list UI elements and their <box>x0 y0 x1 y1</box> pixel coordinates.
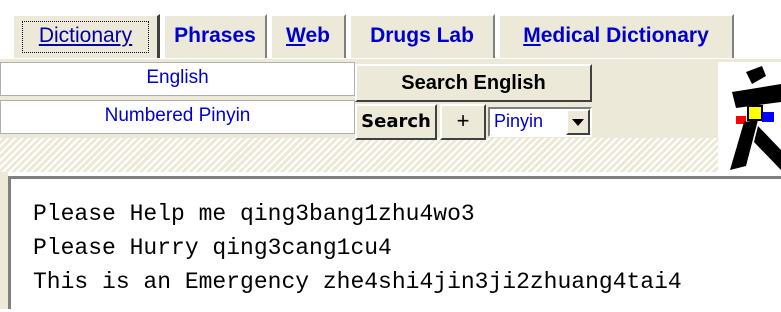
left-frame <box>0 172 8 309</box>
tab-label: Drugs Lab <box>370 24 474 47</box>
results-panel[interactable]: Please Help me qing3bang1zhu4wo3 Please … <box>8 176 781 309</box>
english-field-label: English <box>146 67 209 88</box>
tab-accelerator: W <box>286 24 306 47</box>
search-button[interactable]: Search <box>355 104 437 140</box>
result-line: This is an Emergency zhe4shi4jin3ji2zhua… <box>33 269 682 295</box>
numbered-pinyin-label: Numbered Pinyin <box>104 105 251 126</box>
mode-select-value: Pinyin <box>494 111 544 131</box>
result-line: Please Help me qing3bang1zhu4wo3 <box>33 201 475 227</box>
search-english-label: Search English <box>401 72 546 94</box>
chinese-character-logo <box>718 62 781 172</box>
english-field[interactable]: English <box>0 62 355 96</box>
tab-label-rest: edical Dictionary <box>540 24 709 47</box>
plus-button[interactable]: + <box>440 104 486 140</box>
mode-select[interactable]: Pinyin <box>488 107 592 137</box>
tab-phrases[interactable]: Phrases <box>163 14 267 58</box>
tab-bar: Dictionary Phrases Web Drugs Lab Medical… <box>0 0 781 62</box>
search-label: Search <box>361 111 431 132</box>
tab-drugs-lab[interactable]: Drugs Lab <box>349 14 495 58</box>
tab-label: Dictionary <box>38 24 133 47</box>
tab-web[interactable]: Web <box>270 14 346 58</box>
plus-label: + <box>456 108 470 133</box>
search-english-button[interactable]: Search English <box>355 64 592 102</box>
tab-label: Phrases <box>174 24 256 47</box>
tab-dictionary[interactable]: Dictionary <box>12 14 160 58</box>
tab-label: Web <box>286 24 330 47</box>
tab-label: Medical Dictionary <box>523 24 709 47</box>
chevron-down-icon[interactable] <box>566 109 590 135</box>
numbered-pinyin-field[interactable]: Numbered Pinyin <box>0 100 355 134</box>
tab-accelerator: M <box>523 24 541 47</box>
tab-medical-dictionary[interactable]: Medical Dictionary <box>498 14 734 58</box>
hatched-panel <box>0 138 781 172</box>
result-line: Please Hurry qing3cang1cu4 <box>33 235 392 261</box>
tab-label-rest: eb <box>305 24 330 47</box>
